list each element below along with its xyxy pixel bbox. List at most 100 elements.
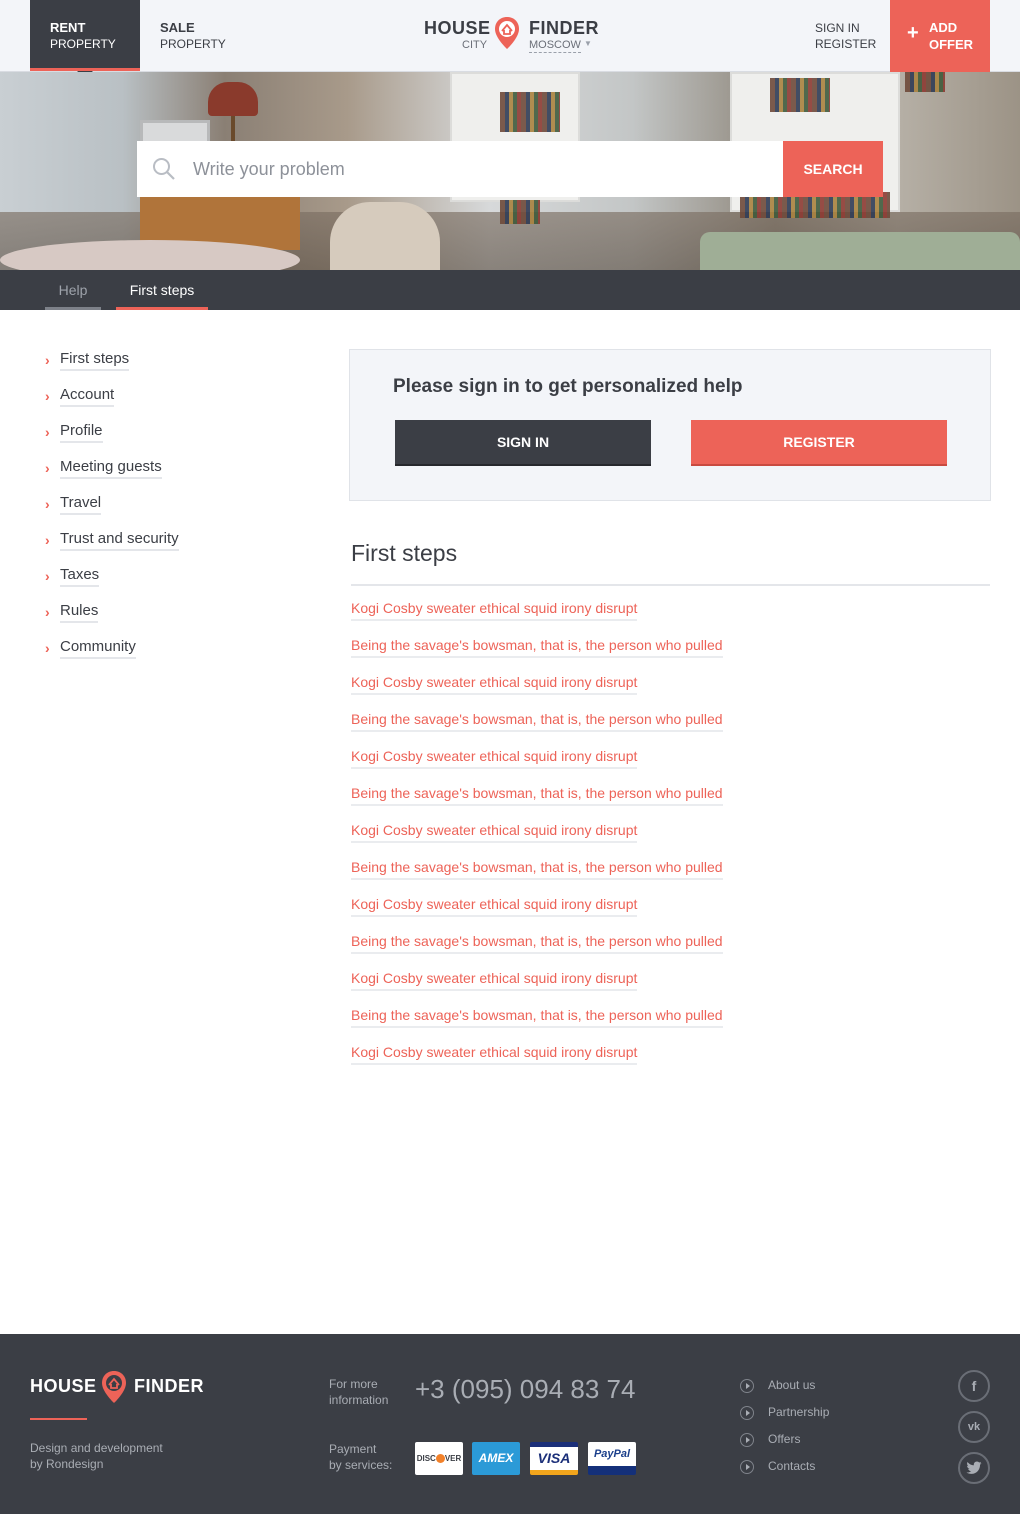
sidebar-item-travel[interactable]: › Travel [45,490,295,526]
article-link[interactable]: Kogi Cosby sweater ethical squid irony d… [351,600,638,621]
chevron-right-icon: › [45,424,50,440]
add-offer-line2: OFFER [929,37,974,52]
list-item: Kogi Cosby sweater ethical squid irony d… [351,674,991,711]
sidebar-item-label[interactable]: Account [60,386,115,407]
search-input[interactable] [193,141,773,197]
hero-books [770,78,830,112]
phone-number[interactable]: +3 (095) 094 83 74 [415,1374,635,1405]
discover-card-icon: DISC VER [415,1442,463,1475]
sign-in-prompt-panel: Please sign in to get personalized help … [349,349,991,501]
sign-in-button[interactable]: SIGN IN [395,420,651,466]
sidebar-item-label[interactable]: First steps [60,350,130,371]
list-item: Kogi Cosby sweater ethical squid irony d… [351,822,991,859]
chevron-right-icon: › [45,604,50,620]
search-button[interactable]: SEARCH [783,141,883,197]
footer-logo-word-house: HOUSE [30,1376,97,1396]
sign-in-link[interactable]: SIGN IN [815,20,876,36]
sidebar-item-first-steps[interactable]: › First steps [45,346,295,382]
auth-links: SIGN IN REGISTER [815,20,876,52]
list-item: Being the savage's bowsman, that is, the… [351,711,991,748]
article-list: Kogi Cosby sweater ethical squid irony d… [351,600,991,1081]
article-link[interactable]: Kogi Cosby sweater ethical squid irony d… [351,970,638,991]
payment-label: Payment by services: [329,1441,392,1473]
credit-line1: Design and development [30,1441,163,1455]
city-selector[interactable]: MOSCOW [529,39,581,53]
article-link[interactable]: Being the savage's bowsman, that is, the… [351,637,723,658]
twitter-bird-glyph [966,1461,982,1474]
article-link[interactable]: Being the savage's bowsman, that is, the… [351,859,723,880]
twitter-icon[interactable] [958,1452,990,1484]
sidebar-item-label[interactable]: Meeting guests [60,458,162,479]
logo-word-finder: FINDER [529,18,599,38]
list-item: Being the savage's bowsman, that is, the… [351,637,991,674]
chevron-right-icon: › [45,388,50,404]
sidebar-item-taxes[interactable]: › Taxes [45,562,295,598]
help-categories-sidebar: › First steps › Account › Profile › Meet… [45,346,295,670]
sidebar-item-label[interactable]: Taxes [60,566,100,587]
sidebar-item-community[interactable]: › Community [45,634,295,670]
register-button[interactable]: REGISTER [691,420,947,466]
tab-rent-property[interactable]: Rent Property [30,0,140,78]
panel-title: Please sign in to get personalized help [393,376,743,397]
list-item: Kogi Cosby sweater ethical squid irony d… [351,970,991,1007]
chevron-right-icon: › [45,352,50,368]
article-link[interactable]: Being the savage's bowsman, that is, the… [351,933,723,954]
site-logo[interactable]: HOUSE FINDER CITY MOSCOW ▼ [424,16,604,56]
list-item: Kogi Cosby sweater ethical squid irony d… [351,600,991,637]
article-link[interactable]: Kogi Cosby sweater ethical squid irony d… [351,748,638,769]
footer-link-label[interactable]: Contacts [768,1459,815,1473]
chevron-down-icon[interactable]: ▼ [584,39,592,48]
amex-card-icon: AMEX [472,1442,520,1475]
add-offer-line1: ADD [929,20,958,35]
breadcrumb-help-label: Help [58,282,88,298]
sidebar-item-profile[interactable]: › Profile [45,418,295,454]
breadcrumb-help[interactable]: Help [45,270,101,310]
article-link[interactable]: Being the savage's bowsman, that is, the… [351,711,723,732]
register-link[interactable]: REGISTER [815,36,876,52]
tab-rent-sublabel: Property [50,37,116,51]
payment-line1: Payment [329,1442,377,1456]
sidebar-item-label[interactable]: Rules [60,602,99,623]
footer-logo[interactable]: HOUSE FINDER [30,1370,230,1403]
article-link[interactable]: Being the savage's bowsman, that is, the… [351,1007,723,1028]
sidebar-item-account[interactable]: › Account [45,382,295,418]
list-item: Being the savage's bowsman, that is, the… [351,1007,991,1044]
footer-link-label[interactable]: About us [768,1378,815,1392]
breadcrumb-first-steps[interactable]: First steps [116,270,208,310]
hero-dining-table [700,232,1020,270]
logo-word-house: HOUSE [424,18,491,38]
sidebar-item-trust-and-security[interactable]: › Trust and security [45,526,295,562]
section-divider [351,584,990,586]
article-link[interactable]: Being the savage's bowsman, that is, the… [351,785,723,806]
sidebar-item-rules[interactable]: › Rules [45,598,295,634]
city-label: CITY [462,39,488,51]
facebook-icon[interactable]: f [958,1370,990,1402]
article-link[interactable]: Kogi Cosby sweater ethical squid irony d… [351,822,638,843]
help-search: SEARCH [137,141,883,197]
add-offer-button[interactable]: + ADD OFFER [890,0,990,72]
play-circle-icon [740,1379,754,1393]
list-item: Kogi Cosby sweater ethical squid irony d… [351,1044,991,1081]
sidebar-item-label[interactable]: Travel [60,494,102,515]
tab-sale-property[interactable]: Sale Property [140,0,250,71]
article-link[interactable]: Kogi Cosby sweater ethical squid irony d… [351,1044,638,1065]
paypal-card-icon: PayPal [588,1442,636,1475]
hero-chair [330,202,440,270]
chevron-right-icon: › [45,532,50,548]
chevron-right-icon: › [45,460,50,476]
site-footer: HOUSE FINDER Design and development by R… [0,1334,1020,1514]
credit-line2: by Rondesign [30,1457,104,1471]
article-link[interactable]: Kogi Cosby sweater ethical squid irony d… [351,674,638,695]
sidebar-item-label[interactable]: Community [60,638,136,659]
list-item: Being the savage's bowsman, that is, the… [351,859,991,896]
footer-link-label[interactable]: Offers [768,1432,800,1446]
article-link[interactable]: Kogi Cosby sweater ethical squid irony d… [351,896,638,917]
sidebar-item-label[interactable]: Trust and security [60,530,179,551]
vk-icon[interactable]: vk [958,1411,990,1443]
add-offer-label: ADD OFFER [929,19,973,53]
sidebar-item-meeting-guests[interactable]: › Meeting guests [45,454,295,490]
sidebar-item-label[interactable]: Profile [60,422,103,443]
active-tab-indicator [30,68,140,71]
footer-link-label[interactable]: Partnership [768,1405,829,1419]
top-header: Rent Property Sale Property HOUSE FINDER… [0,0,1020,78]
